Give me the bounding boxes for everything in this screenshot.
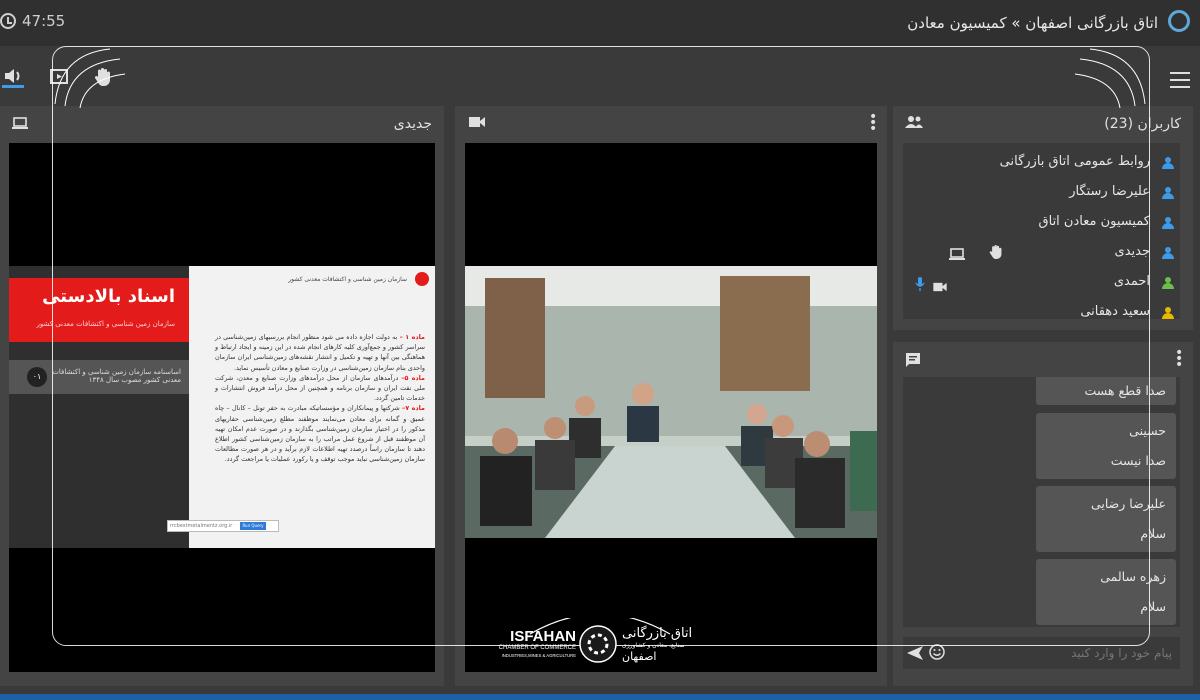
user-icon-body (1162, 253, 1174, 259)
article-7-text: شرکتها و پیمانکاران و مؤسساتیکه مبادرت ب… (215, 404, 425, 464)
app-logo-icon (1168, 10, 1190, 32)
slide-search-button: Run Query (240, 522, 266, 530)
toolbar (0, 46, 1200, 104)
send-icon[interactable] (907, 645, 923, 664)
chat-message-text: سلام (1140, 526, 1166, 541)
user-icon (1162, 277, 1174, 289)
chat-message: علیرضا رضایی سلام (1036, 486, 1176, 552)
brand-fa-line1: اتاق بازرگانی (622, 626, 693, 641)
user-item[interactable]: سعید دهقانی (903, 298, 1180, 319)
clock-icon (0, 13, 16, 29)
user-icon (1162, 217, 1174, 229)
hamburger-icon[interactable] (1170, 72, 1190, 93)
brand-en-line2: CHAMBER OF COMMERCE (498, 645, 576, 651)
chat-messages: صدا قطع هست حسینی صدا نیست علیرضا رضایی … (903, 377, 1180, 627)
slide-search-box: rrcbestmetalmentz.org.ir Run Query (167, 520, 279, 532)
article-1-text: به دولت اجازه داده می شود منظور انجام بر… (215, 333, 425, 372)
user-item[interactable]: روابط عمومی اتاق بازرگانی (903, 148, 1180, 178)
emoji-icon[interactable] (929, 644, 945, 664)
laptop-icon (12, 116, 28, 134)
user-item[interactable]: جدیدی (903, 238, 1180, 268)
chat-menu-icon[interactable]: • • • (1175, 346, 1183, 372)
laptop-icon (949, 246, 965, 265)
user-icon-body (1162, 313, 1174, 319)
meeting-title: اتاق بازرگانی اصفهان » کمیسیون معادن (907, 14, 1158, 32)
article-5-text: درآمدهای سازمان از محل درآمدهای وزارت صن… (215, 373, 425, 403)
slide-search-text: rrcbestmetalmentz.org.ir (170, 523, 233, 529)
chat-sender: حسینی (1129, 423, 1166, 438)
user-icon (1162, 157, 1174, 169)
slide-grey-text: اساسنامه سازمان زمین شناسی و اکتشافات مع… (52, 368, 181, 384)
video-camera-icon (469, 116, 485, 132)
chat-message-text: سلام (1140, 599, 1166, 614)
session-timer: 47:55 (0, 12, 65, 30)
slide-header-text: سازمان زمین شناسی و اکتشافات معدنی کشور (288, 276, 407, 283)
chat-icon (905, 352, 921, 372)
slide-title: اسناد بالادستی (42, 286, 175, 307)
user-icon-body (1162, 163, 1174, 169)
user-icon-body (1162, 193, 1174, 199)
user-icon (1162, 187, 1174, 199)
microphone-icon (915, 276, 925, 295)
user-item[interactable]: کمیسیون معادن اتاق (903, 208, 1180, 238)
video-camera-icon (933, 277, 947, 296)
chat-message: زهره سالمی سلام (1036, 559, 1176, 625)
chat-message: حسینی صدا نیست (1036, 413, 1176, 479)
slide-right-column: سازمان زمین شناسی و اکتشافات معدنی کشور … (167, 266, 435, 548)
slide-red-banner: اسناد بالادستی سازمان زمین شناسی و اکتشا… (9, 278, 189, 342)
os-taskbar (0, 694, 1200, 700)
user-item[interactable]: احمدی (903, 268, 1180, 298)
slide-grey-item: اساسنامه سازمان زمین شناسی و اکتشافات مع… (9, 360, 189, 394)
brand-fa-line3: اصفهان (622, 650, 657, 663)
user-name: روابط عمومی اتاق بازرگانی (999, 154, 1150, 169)
presenter-name: جدیدی (393, 116, 432, 132)
users-list: روابط عمومی اتاق بازرگانی علیرضا رستگار … (903, 143, 1180, 319)
frame-ornament-left (54, 48, 126, 109)
chat-input-bar (903, 637, 1180, 669)
chat-sender: زهره سالمی (1100, 569, 1166, 584)
chat-message-text: صدا قطع هست (1084, 383, 1167, 398)
org-logo-icon (415, 272, 429, 286)
presentation-slide: اسناد بالادستی سازمان زمین شناسی و اکتشا… (9, 266, 435, 548)
user-name: جدیدی (1114, 244, 1150, 259)
slide-subtitle: سازمان زمین شناسی و اکتشافات معدنی کشور (36, 320, 175, 328)
brand-en-line1: ISFAHAN (510, 628, 576, 645)
slide-body: ماده ۱ – به دولت اجازه داده می شود منظور… (215, 332, 425, 465)
raise-hand-icon (989, 244, 1003, 264)
users-count-title: کاربران (23) (1104, 116, 1181, 132)
meeting-video-frame (465, 266, 877, 538)
top-bar: 47:55 اتاق بازرگانی اصفهان » کمیسیون معا… (0, 0, 1200, 46)
isfahan-chamber-logo: ISFAHAN CHAMBER OF COMMERCE INDUSTRIES,M… (490, 618, 710, 666)
user-item[interactable]: علیرضا رستگار (903, 178, 1180, 208)
user-name: سعید دهقانی (1080, 304, 1150, 319)
chat-sender: علیرضا رضایی (1090, 496, 1166, 511)
timer-text: 47:55 (22, 12, 66, 30)
slide-grey-number: ۰۱ (27, 367, 47, 387)
user-icon-body (1162, 223, 1174, 229)
chat-message: صدا قطع هست (1036, 377, 1176, 405)
frame-ornament-right (1074, 48, 1146, 109)
video-menu-icon[interactable]: • • • (869, 110, 877, 136)
user-icon (1162, 247, 1174, 259)
user-name: علیرضا رستگار (1069, 184, 1150, 199)
article-7-label: ماده ۷– (402, 404, 425, 413)
slide-left-column: اسناد بالادستی سازمان زمین شناسی و اکتشا… (9, 266, 189, 548)
chat-message-text: صدا نیست (1110, 453, 1166, 468)
user-name: کمیسیون معادن اتاق (1038, 214, 1150, 229)
article-5-label: ماده ۵– (401, 373, 425, 382)
brand-en-line3: INDUSTRIES,MINES & AGRICULTURE (501, 653, 576, 658)
speaker-icon[interactable] (2, 66, 24, 88)
brand-fa-line2: صنایع، معادن و کشاورزی (622, 642, 685, 649)
user-icon (1162, 307, 1174, 319)
chat-message-input[interactable] (992, 643, 1172, 663)
user-name: احمدی (1113, 274, 1150, 289)
users-icon (905, 116, 923, 132)
article-1-label: ماده ۱ – (399, 333, 425, 341)
user-icon-body (1162, 283, 1174, 289)
